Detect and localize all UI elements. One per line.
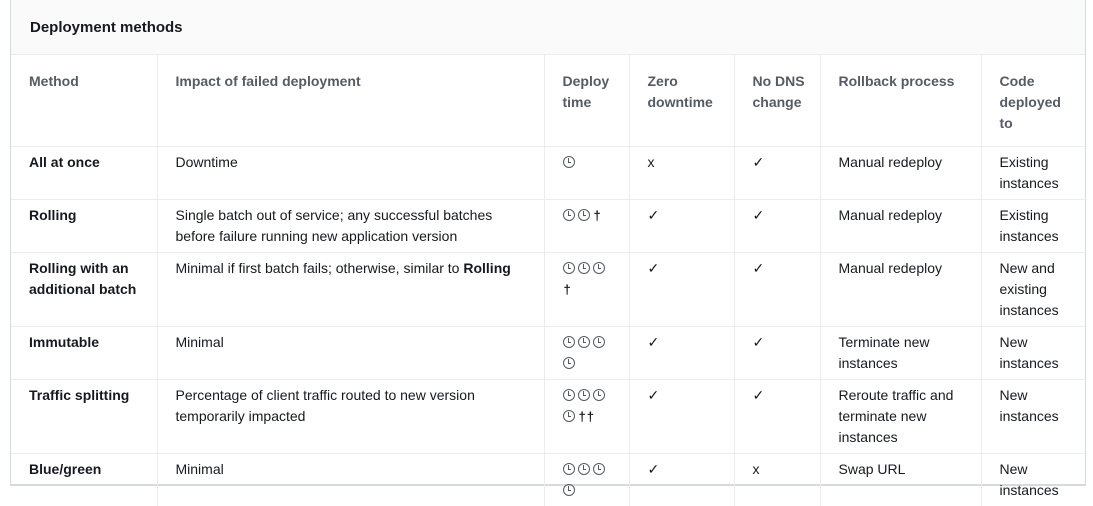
header-zero-downtime: Zero downtime bbox=[628, 55, 734, 146]
cell-impact: Minimal if first batch fails; otherwise,… bbox=[156, 251, 544, 326]
cell-no-dns-change: ✓ bbox=[733, 325, 820, 379]
clock-icon bbox=[562, 335, 575, 348]
cell-zero-downtime: ✓ bbox=[628, 251, 734, 326]
cell-code-deployed-to: New instances bbox=[980, 325, 1087, 379]
cell-no-dns-change: ✓ bbox=[733, 251, 820, 326]
clock-icon bbox=[562, 261, 575, 274]
clock-icon bbox=[562, 388, 575, 401]
table-row: All at once Downtime x ✓ Manual redeploy Exis… bbox=[11, 145, 1087, 199]
header-row: Method Impact of failed deployment Deplo… bbox=[11, 55, 1087, 146]
clock-icon bbox=[562, 155, 575, 168]
cell-deploy-time bbox=[543, 145, 629, 199]
cell-rollback: Reroute traffic and terminate new instan… bbox=[819, 378, 981, 453]
dagger-footnote-mark: † bbox=[563, 281, 572, 297]
table-row: Blue/green Minimal ✓ x Swap URL New instances bbox=[11, 452, 1087, 506]
table-row: Rolling Single batch out of service; any … bbox=[11, 198, 1087, 252]
clock-icon bbox=[577, 261, 590, 274]
cell-method: Immutable bbox=[11, 325, 157, 379]
clock-icon bbox=[592, 261, 605, 274]
cell-deploy-time: †† bbox=[543, 378, 629, 453]
cell-impact: Single batch out of service; any success… bbox=[156, 198, 544, 252]
cell-rollback: Terminate new instances bbox=[819, 325, 981, 379]
dagger-footnote-mark: †† bbox=[578, 408, 595, 424]
cell-no-dns-change: x bbox=[733, 452, 820, 506]
header-code-deployed-to: Code deployed to bbox=[980, 55, 1087, 146]
table-row: Immutable Minimal ✓ ✓ Terminate new instance… bbox=[11, 325, 1087, 379]
impact-emphasis: Rolling bbox=[463, 259, 511, 276]
header-rollback-process: Rollback process bbox=[819, 55, 981, 146]
table-row: Rolling with an additional batch Minimal … bbox=[11, 251, 1087, 326]
cell-deploy-time bbox=[543, 452, 629, 506]
clock-icon bbox=[577, 388, 590, 401]
clock-icon bbox=[592, 335, 605, 348]
header-impact: Impact of failed deployment bbox=[156, 55, 544, 146]
cell-no-dns-change: ✓ bbox=[733, 198, 820, 252]
cell-deploy-time: † bbox=[543, 251, 629, 326]
impact-text: Percentage of client traffic routed to n… bbox=[175, 386, 475, 424]
header-no-dns-change: No DNS change bbox=[733, 55, 820, 146]
cell-code-deployed-to: New instances bbox=[980, 378, 1087, 453]
cell-code-deployed-to: Existing instances bbox=[980, 145, 1087, 199]
clock-icon bbox=[577, 208, 590, 221]
clock-icon bbox=[592, 388, 605, 401]
cell-code-deployed-to: New and existing instances bbox=[980, 251, 1087, 326]
cell-zero-downtime: ✓ bbox=[628, 198, 734, 252]
impact-text: Minimal bbox=[175, 333, 224, 350]
cell-rollback: Manual redeploy bbox=[819, 251, 981, 326]
impact-text: Minimal if first batch fails; otherwise,… bbox=[175, 259, 460, 276]
cell-impact: Minimal bbox=[156, 452, 544, 506]
cell-impact: Downtime bbox=[156, 145, 544, 199]
clock-icon bbox=[562, 462, 575, 475]
cell-rollback: Manual redeploy bbox=[819, 198, 981, 252]
impact-text: Minimal bbox=[175, 460, 224, 477]
dagger-footnote-mark: † bbox=[593, 207, 602, 223]
deployment-methods-table: Method Impact of failed deployment Deplo… bbox=[11, 55, 1087, 506]
cell-impact: Percentage of client traffic routed to n… bbox=[156, 378, 544, 453]
cell-deploy-time: † bbox=[543, 198, 629, 252]
cell-method: Blue/green bbox=[11, 452, 157, 506]
clock-icon bbox=[592, 462, 605, 475]
impact-text: Downtime bbox=[175, 153, 238, 170]
clock-icon bbox=[562, 208, 575, 221]
cell-zero-downtime: ✓ bbox=[628, 325, 734, 379]
clock-icon bbox=[562, 356, 575, 369]
cell-code-deployed-to: Existing instances bbox=[980, 198, 1087, 252]
clock-icon bbox=[577, 462, 590, 475]
cell-no-dns-change: ✓ bbox=[733, 378, 820, 453]
cell-rollback: Manual redeploy bbox=[819, 145, 981, 199]
panel-title: Deployment methods bbox=[11, 0, 1085, 55]
cell-method: All at once bbox=[11, 145, 157, 199]
cell-method: Rolling bbox=[11, 198, 157, 252]
clock-icon bbox=[562, 409, 575, 422]
header-deploy-time: Deploy time bbox=[543, 55, 629, 146]
cell-impact: Minimal bbox=[156, 325, 544, 379]
header-method: Method bbox=[29, 73, 79, 89]
cell-no-dns-change: ✓ bbox=[733, 145, 820, 199]
cell-method: Traffic splitting bbox=[11, 378, 157, 453]
cell-zero-downtime: ✓ bbox=[628, 378, 734, 453]
cell-deploy-time bbox=[543, 325, 629, 379]
clock-icon bbox=[562, 483, 575, 496]
cell-code-deployed-to: New instances bbox=[980, 452, 1087, 506]
deployment-methods-panel: Deployment methods Method Impact of fail… bbox=[10, 0, 1087, 506]
cell-rollback: Swap URL bbox=[819, 452, 981, 506]
cell-zero-downtime: x bbox=[628, 145, 734, 199]
cell-method: Rolling with an additional batch bbox=[11, 251, 157, 326]
cell-zero-downtime: ✓ bbox=[628, 452, 734, 506]
impact-text: Single batch out of service; any success… bbox=[175, 206, 493, 244]
clock-icon bbox=[577, 335, 590, 348]
table-row: Traffic splitting Percentage of client tr… bbox=[11, 378, 1087, 453]
